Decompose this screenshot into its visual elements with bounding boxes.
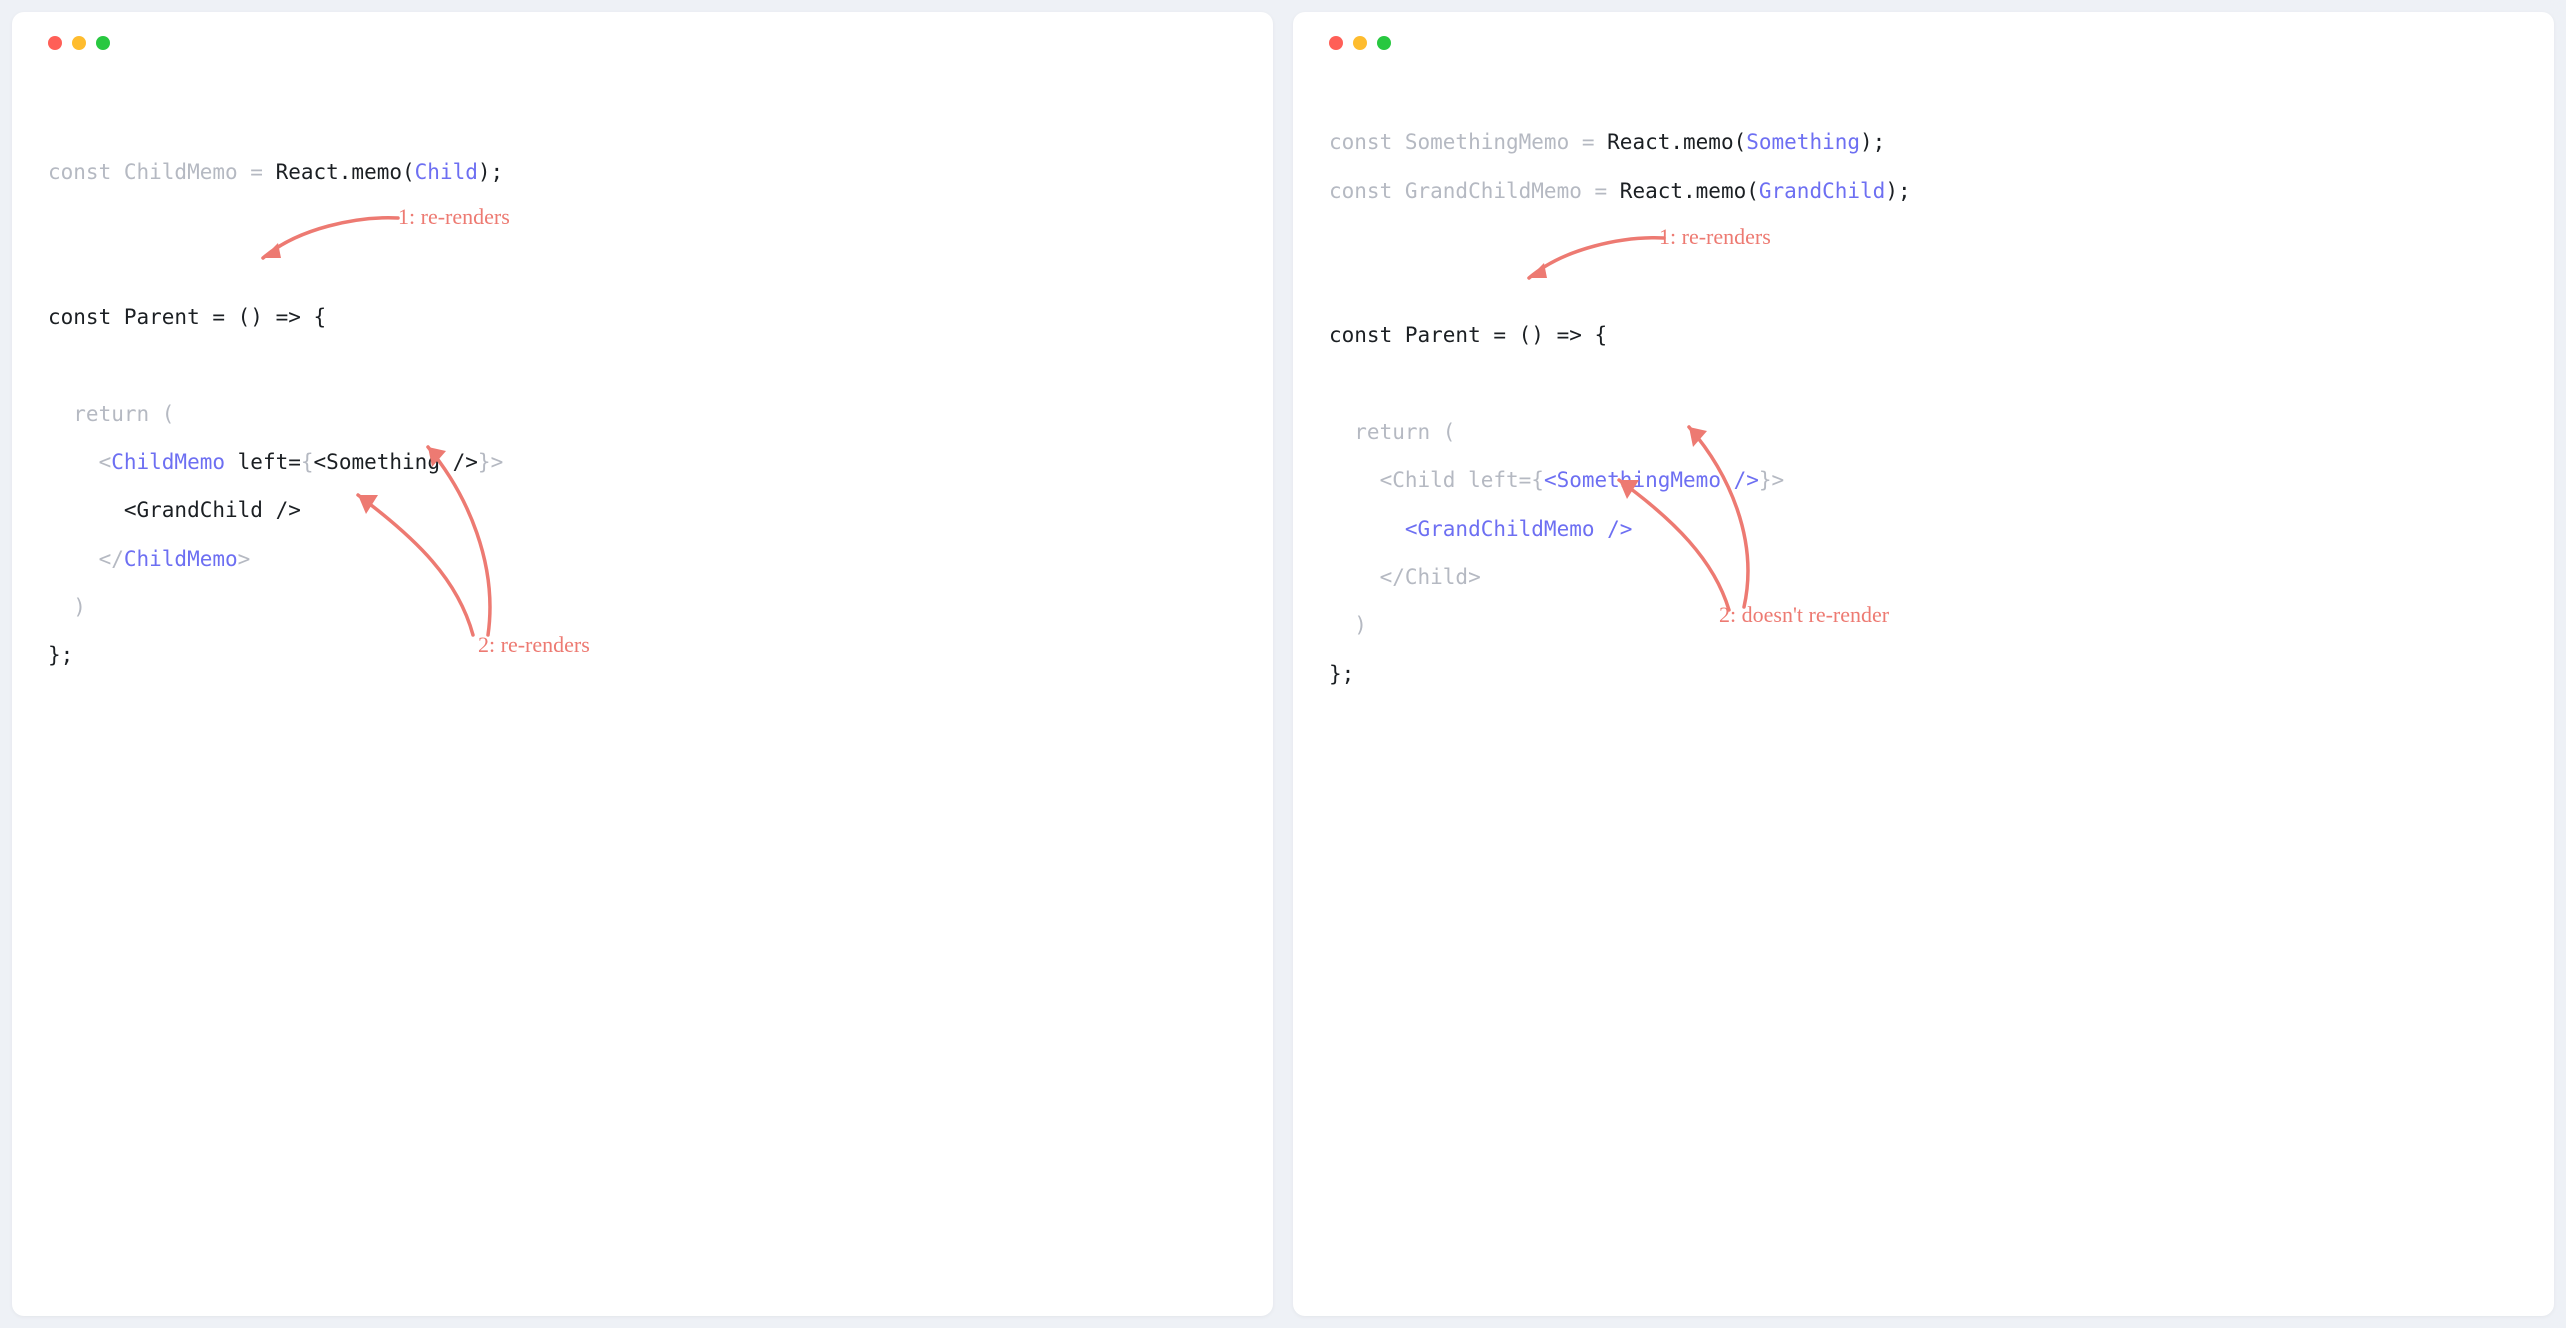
code-token: <Something /> — [314, 450, 478, 474]
code-token: } — [478, 450, 491, 474]
code-token: > — [1772, 468, 1785, 492]
code-token: React.memo( — [276, 160, 415, 184]
code-token: GrandChild — [1759, 179, 1885, 203]
code-token: left= — [225, 450, 301, 474]
code-token: }; — [48, 643, 73, 667]
code-token: ); — [1885, 179, 1910, 203]
code-token: ChildMemo — [124, 547, 238, 571]
code-token: const Parent = () => { — [1329, 323, 1607, 347]
code-window-right: const SomethingMemo = React.memo(Somethi… — [1293, 12, 2554, 1316]
code-token: > — [238, 547, 251, 571]
code-token: Child — [415, 160, 478, 184]
code-token: { — [1531, 468, 1544, 492]
arrow-1-left — [248, 208, 408, 278]
arrow-2a-left — [338, 480, 498, 650]
code-token: { — [301, 450, 314, 474]
annotation-1-right: 1: re-renders — [1659, 212, 1771, 263]
code-window-left: const ChildMemo = React.memo(Child); con… — [12, 12, 1273, 1316]
code-token: <GrandChildMemo /> — [1405, 517, 1633, 541]
code-token: ) — [48, 595, 86, 619]
zoom-icon — [1377, 36, 1391, 50]
code-token — [1329, 517, 1405, 541]
code-token: < — [48, 450, 111, 474]
code-block-right: const SomethingMemo = React.memo(Somethi… — [1329, 70, 2518, 1133]
window-controls — [48, 36, 1237, 50]
code-token: ); — [1860, 130, 1885, 154]
code-block-left: const ChildMemo = React.memo(Child); con… — [48, 100, 1237, 1114]
code-token: const SomethingMemo = — [1329, 130, 1607, 154]
code-token: ) — [1329, 613, 1367, 637]
code-token: return ( — [1329, 420, 1455, 444]
close-icon — [48, 36, 62, 50]
annotation-2-left: 2: re-renders — [478, 620, 590, 671]
code-token: Something — [1746, 130, 1860, 154]
code-token: > — [491, 450, 504, 474]
code-token: const GrandChildMemo = — [1329, 179, 1620, 203]
code-token: return ( — [48, 402, 174, 426]
window-controls — [1329, 36, 2518, 50]
code-token: <GrandChild /> — [48, 498, 301, 522]
close-icon — [1329, 36, 1343, 50]
code-token: React.memo( — [1607, 130, 1746, 154]
arrow-1-right — [1514, 228, 1674, 298]
code-token: ChildMemo — [111, 450, 225, 474]
code-token: </ — [48, 547, 124, 571]
annotation-1-left: 1: re-renders — [398, 192, 510, 243]
arrow-2b-right — [1669, 415, 1789, 615]
code-token: </Child> — [1329, 565, 1481, 589]
code-token: <SomethingMemo /> — [1544, 468, 1759, 492]
code-token: ); — [478, 160, 503, 184]
minimize-icon — [1353, 36, 1367, 50]
zoom-icon — [96, 36, 110, 50]
code-token: React.memo( — [1620, 179, 1759, 203]
code-token: } — [1759, 468, 1772, 492]
code-token: }; — [1329, 662, 1354, 686]
annotation-2-right: 2: doesn't re-render — [1719, 590, 1889, 641]
code-token: const Parent = () => { — [48, 305, 326, 329]
code-token: <Child left= — [1329, 468, 1531, 492]
code-token: const ChildMemo = — [48, 160, 276, 184]
minimize-icon — [72, 36, 86, 50]
